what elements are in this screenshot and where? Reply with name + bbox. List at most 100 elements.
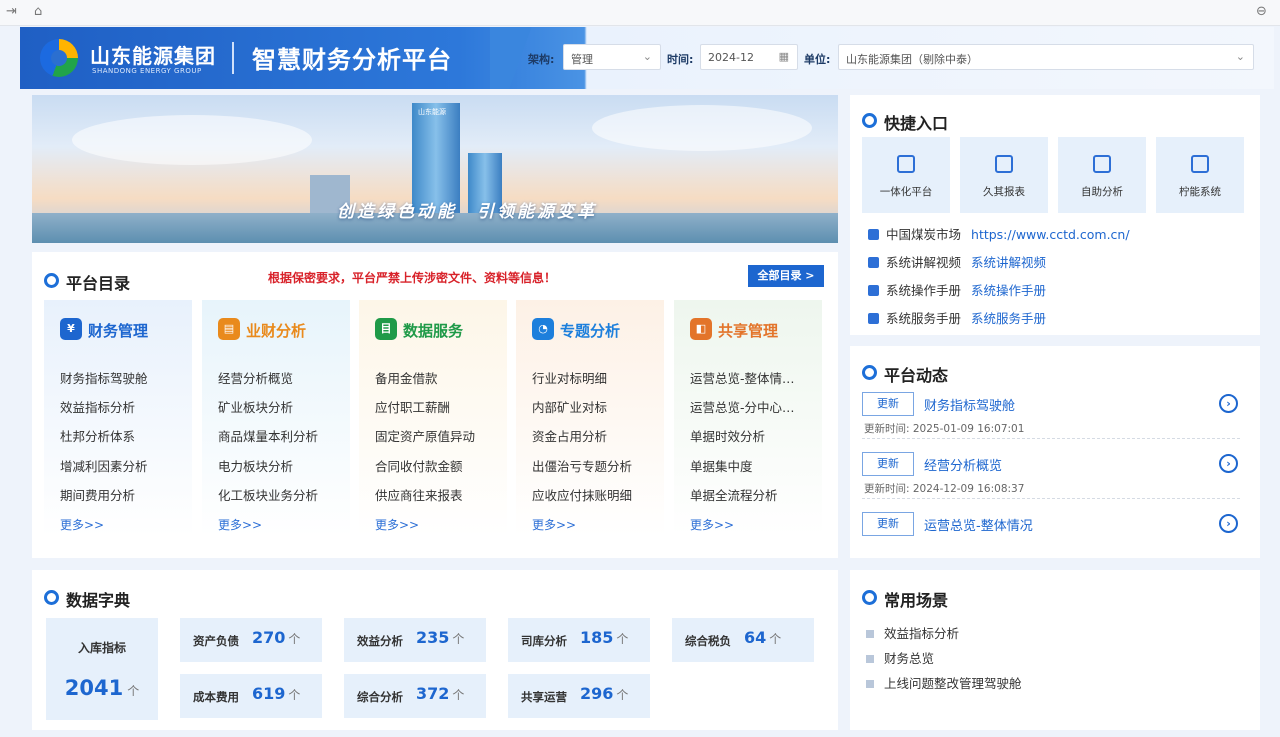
quick-link-row: 系统操作手册 系统操作手册 (868, 280, 1046, 299)
quick-link[interactable]: 系统操作手册 (971, 283, 1046, 298)
catalog-link[interactable]: 电力板块分析 (218, 456, 293, 475)
quick-link[interactable]: 系统讲解视频 (971, 255, 1046, 270)
catalog-link[interactable]: 应收应付抹账明细 (532, 485, 632, 504)
catalog-link[interactable]: 单据全流程分析 (690, 485, 778, 504)
catalog-link[interactable]: 矿业板块分析 (218, 397, 293, 416)
dict-value: 270 (252, 628, 286, 647)
more-link[interactable]: 更多>> (532, 516, 576, 533)
system-icon (1191, 155, 1209, 173)
section-ring-icon (862, 113, 877, 128)
catalog-link[interactable]: 财务指标驾驶舱 (60, 368, 148, 387)
time-picker[interactable]: 2024-12 ▦ (700, 44, 798, 70)
arrow-right-icon[interactable]: › (1219, 394, 1238, 413)
more-link[interactable]: 更多>> (690, 516, 734, 533)
data-icon: 目 (375, 318, 397, 340)
dictionary-title: 数据字典 (66, 591, 131, 610)
hero-banner: 山东能源 创造绿色动能 引领能源变革 (32, 95, 838, 243)
unit: 个 (452, 688, 465, 702)
unit: 个 (288, 632, 301, 646)
category-title[interactable]: 专题分析 (560, 320, 620, 341)
catalog-link[interactable]: 资金占用分析 (532, 426, 607, 445)
catalog-link[interactable]: 单据时效分析 (690, 426, 765, 445)
dict-value: 185 (580, 628, 614, 647)
catalog-link[interactable]: 期间费用分析 (60, 485, 135, 504)
catalog-link[interactable]: 增减利因素分析 (60, 456, 148, 475)
news-item-time: 更新时间: 2024-12-09 16:08:37 (864, 483, 1025, 495)
catalog-link[interactable]: 效益指标分析 (60, 397, 135, 416)
bullet-icon (866, 630, 874, 638)
dict-label: 综合分析 (357, 690, 403, 704)
catalog-link[interactable]: 商品煤量本利分析 (218, 426, 318, 445)
quick-tile[interactable]: 一体化平台 (862, 137, 950, 213)
catalog-link[interactable]: 化工板块业务分析 (218, 485, 318, 504)
news-item-title[interactable]: 运营总览-整体情况 (924, 515, 1033, 534)
dictionary-cell[interactable]: 综合税负 64 个 (672, 618, 814, 662)
dictionary-total-card[interactable]: 入库指标 2041 个 (46, 618, 158, 720)
tile-label: 久其报表 (983, 186, 1025, 198)
quick-tile[interactable]: 久其报表 (960, 137, 1048, 213)
dictionary-cell[interactable]: 共享运营 296 个 (508, 674, 650, 718)
category-title[interactable]: 共享管理 (718, 320, 778, 341)
more-link[interactable]: 更多>> (60, 516, 104, 533)
dictionary-cell[interactable]: 司库分析 185 个 (508, 618, 650, 662)
total-label: 入库指标 (77, 641, 126, 655)
arch-value: 管理 (571, 53, 593, 66)
arrow-right-icon[interactable]: › (1219, 514, 1238, 533)
catalog-link[interactable]: 内部矿业对标 (532, 397, 607, 416)
home-icon[interactable]: ⌂ (34, 4, 42, 19)
quick-link[interactable]: https://www.cctd.com.cn/ (971, 227, 1130, 242)
sidebar-toggle-icon[interactable]: ⇥ (6, 4, 17, 19)
close-circle-icon[interactable]: ⊖ (1256, 4, 1267, 19)
scene-item[interactable]: 财务总览 (866, 648, 934, 667)
scene-item[interactable]: 效益指标分析 (866, 623, 959, 642)
quick-tile[interactable]: 柠能系统 (1156, 137, 1244, 213)
more-link[interactable]: 更多>> (218, 516, 262, 533)
dict-value: 619 (252, 684, 286, 703)
banner-slogan: 创造绿色动能 引领能源变革 (337, 202, 597, 222)
category-title[interactable]: 财务管理 (88, 320, 148, 341)
section-ring-icon (44, 273, 59, 288)
arrow-right-icon[interactable]: › (1219, 454, 1238, 473)
catalog-link[interactable]: 杜邦分析体系 (60, 426, 135, 445)
chart-icon: ◔ (532, 318, 554, 340)
unit-value: 山东能源集团（剔除中泰） (846, 53, 978, 66)
dict-value: 235 (416, 628, 450, 647)
unit-label: 单位: (804, 53, 831, 66)
scene-item[interactable]: 上线问题整改管理驾驶舱 (866, 673, 1022, 692)
catalog-link[interactable]: 合同收付款金额 (375, 456, 463, 475)
dictionary-cell[interactable]: 效益分析 235 个 (344, 618, 486, 662)
calendar-icon: ▦ (778, 50, 789, 63)
catalog-link[interactable]: 经营分析概览 (218, 368, 293, 387)
more-link[interactable]: 更多>> (375, 516, 419, 533)
tower-sign: 山东能源 (418, 108, 446, 116)
unit: 个 (288, 688, 301, 702)
video-icon (868, 257, 879, 268)
dict-label: 效益分析 (357, 634, 403, 648)
news-item-title[interactable]: 经营分析概览 (924, 455, 1002, 474)
dictionary-cell[interactable]: 综合分析 372 个 (344, 674, 486, 718)
catalog-link[interactable]: 应付职工薪酬 (375, 397, 450, 416)
catalog-link[interactable]: 单据集中度 (690, 456, 753, 475)
calendar-icon: ▤ (218, 318, 240, 340)
category-title[interactable]: 业财分析 (246, 320, 306, 341)
catalog-link[interactable]: 出僵治亏专题分析 (532, 456, 632, 475)
catalog-link[interactable]: 供应商往来报表 (375, 485, 463, 504)
catalog-link[interactable]: 行业对标明细 (532, 368, 607, 387)
catalog-link[interactable]: 运营总览-整体情… (690, 368, 795, 387)
dictionary-cell[interactable]: 成本费用 619 个 (180, 674, 322, 718)
all-catalog-button[interactable]: 全部目录 > (748, 265, 824, 287)
quick-link[interactable]: 系统服务手册 (971, 311, 1046, 326)
catalog-link[interactable]: 备用金借款 (375, 368, 438, 387)
dictionary-cell[interactable]: 资产负债 270 个 (180, 618, 322, 662)
quick-tile[interactable]: 自助分析 (1058, 137, 1146, 213)
catalog-category-finance: ¥ 财务管理 财务指标驾驶舱 效益指标分析 杜邦分析体系 增减利因素分析 期间费用… (44, 300, 192, 536)
catalog-link[interactable]: 固定资产原值异动 (375, 426, 475, 445)
news-item-title[interactable]: 财务指标驾驶舱 (924, 395, 1015, 414)
chevron-down-icon: ⌄ (642, 50, 652, 63)
link-name: 系统操作手册 (886, 283, 962, 298)
category-title[interactable]: 数据服务 (403, 320, 463, 341)
catalog-link[interactable]: 运营总览-分中心… (690, 397, 795, 416)
arch-select[interactable]: 管理 ⌄ (563, 44, 661, 70)
tile-label: 自助分析 (1081, 186, 1123, 198)
unit-select[interactable]: 山东能源集团（剔除中泰） ⌄ (838, 44, 1254, 70)
